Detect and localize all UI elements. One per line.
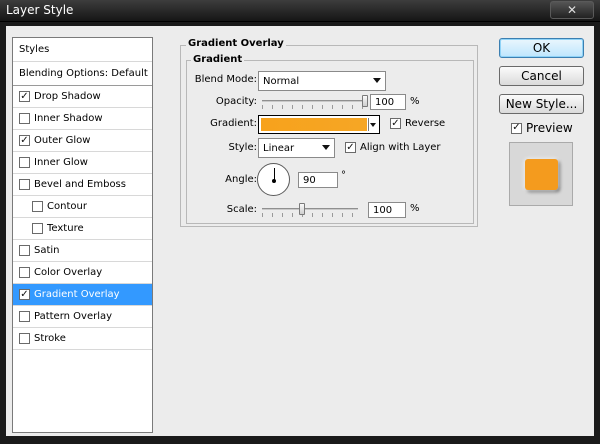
style-checkbox[interactable] (19, 333, 30, 344)
sidebar-item-label: Drop Shadow (34, 91, 101, 102)
gradient-picker[interactable] (258, 115, 380, 134)
preview-label: Preview (526, 121, 573, 135)
styles-header[interactable]: Styles (13, 38, 152, 62)
sidebar-item-label: Inner Shadow (34, 113, 103, 124)
opacity-label: Opacity: (215, 96, 257, 107)
sidebar-item-label: Color Overlay (34, 267, 103, 278)
opacity-slider-thumb[interactable] (362, 95, 368, 107)
style-checkbox[interactable] (19, 267, 30, 278)
scale-slider-track[interactable] (262, 208, 358, 210)
sidebar-item-label: Texture (47, 223, 84, 234)
ok-button[interactable]: OK (499, 38, 584, 58)
style-checkbox[interactable] (19, 289, 30, 300)
styles-header-label: Styles (19, 44, 50, 55)
sidebar-item-contour[interactable]: Contour (13, 196, 152, 218)
style-value: Linear (263, 142, 295, 154)
dialog-body: Styles Blending Options: Default Drop Sh… (6, 26, 594, 436)
dropdown-arrow-icon (322, 145, 330, 150)
sidebar-item-stroke[interactable]: Stroke (13, 328, 152, 350)
sidebar-item-label: Satin (34, 245, 60, 256)
style-checkbox[interactable] (32, 223, 43, 234)
cancel-label: Cancel (521, 69, 562, 83)
style-checkbox[interactable] (32, 201, 43, 212)
title-bar: Layer Style ✕ (0, 0, 600, 22)
sidebar-item-outer-glow[interactable]: Outer Glow (13, 130, 152, 152)
reverse-checkbox[interactable]: Reverse (390, 118, 445, 129)
blending-options[interactable]: Blending Options: Default (13, 62, 152, 86)
sidebar-item-label: Stroke (34, 333, 66, 344)
angle-dial[interactable] (257, 163, 290, 196)
scale-label: Scale: (226, 204, 257, 215)
preview-checkbox[interactable]: Preview (511, 121, 573, 135)
angle-unit: ° (341, 170, 346, 181)
style-label: Style: (228, 142, 258, 153)
sidebar-item-label: Pattern Overlay (34, 311, 113, 322)
opacity-value: 100 (375, 96, 395, 108)
scale-unit: % (410, 203, 420, 214)
style-checkbox[interactable] (19, 245, 30, 256)
reverse-checkbox-box[interactable] (390, 118, 401, 129)
close-button[interactable]: ✕ (550, 1, 594, 19)
angle-input[interactable]: 90 (298, 172, 338, 188)
sidebar-item-bevel-and-emboss[interactable]: Bevel and Emboss (13, 174, 152, 196)
style-checkbox[interactable] (19, 311, 30, 322)
scale-slider-ticks (262, 213, 358, 217)
styles-list: Styles Blending Options: Default Drop Sh… (12, 37, 153, 433)
close-icon: ✕ (566, 3, 578, 17)
blend-mode-select[interactable]: Normal (258, 71, 386, 91)
align-with-layer-checkbox-box[interactable] (345, 142, 356, 153)
sidebar-item-pattern-overlay[interactable]: Pattern Overlay (13, 306, 152, 328)
sidebar-item-label: Gradient Overlay (34, 289, 120, 300)
gradient-dropdown-icon[interactable] (368, 118, 377, 131)
style-checkbox[interactable] (19, 157, 30, 168)
opacity-slider-track[interactable] (262, 100, 365, 102)
gradient-subgroup-title: Gradient (191, 54, 245, 65)
style-checkbox[interactable] (19, 179, 30, 190)
blend-mode-label: Blend Mode: (194, 74, 257, 85)
angle-hub (272, 179, 276, 183)
opacity-unit: % (410, 96, 420, 107)
sidebar-item-inner-shadow[interactable]: Inner Shadow (13, 108, 152, 130)
reverse-label: Reverse (405, 118, 446, 129)
window-title: Layer Style (6, 3, 74, 17)
new-style-label: New Style... (505, 97, 578, 111)
sidebar-item-color-overlay[interactable]: Color Overlay (13, 262, 152, 284)
sidebar-item-gradient-overlay[interactable]: Gradient Overlay (13, 284, 152, 306)
preview-checkbox-box[interactable] (511, 122, 522, 134)
style-checkbox[interactable] (19, 113, 30, 124)
scale-input[interactable]: 100 (368, 202, 406, 218)
new-style-button[interactable]: New Style... (499, 94, 584, 114)
gradient-label: Gradient: (210, 118, 257, 129)
sidebar-item-label: Inner Glow (34, 157, 88, 168)
opacity-input[interactable]: 100 (370, 94, 406, 110)
sidebar-item-drop-shadow[interactable]: Drop Shadow (13, 86, 152, 108)
align-with-layer-checkbox[interactable]: Align with Layer (345, 142, 441, 153)
angle-value: 90 (303, 174, 316, 186)
preview-box (509, 142, 573, 206)
gradient-swatch[interactable] (261, 118, 367, 131)
blend-mode-value: Normal (263, 75, 300, 87)
opacity-slider-ticks (262, 105, 365, 109)
gradient-overlay-title: Gradient Overlay (186, 38, 286, 49)
angle-label: Angle: (225, 174, 257, 185)
sidebar-item-inner-glow[interactable]: Inner Glow (13, 152, 152, 174)
layer-style-dialog: Layer Style ✕ Styles Blending Options: D… (0, 0, 600, 444)
preview-swatch (525, 159, 558, 190)
ok-label: OK (532, 41, 551, 55)
style-checkbox[interactable] (19, 91, 30, 102)
sidebar-item-texture[interactable]: Texture (13, 218, 152, 240)
sidebar-item-satin[interactable]: Satin (13, 240, 152, 262)
sidebar-item-label: Bevel and Emboss (34, 179, 126, 190)
sidebar-item-label: Contour (47, 201, 87, 212)
dropdown-arrow-icon (373, 78, 381, 83)
blending-options-label: Blending Options: Default (19, 68, 148, 79)
style-select[interactable]: Linear (258, 138, 335, 158)
scale-slider-thumb[interactable] (299, 203, 306, 215)
sidebar-item-label: Outer Glow (34, 135, 91, 146)
style-checkbox[interactable] (19, 135, 30, 146)
cancel-button[interactable]: Cancel (499, 66, 584, 86)
scale-value: 100 (373, 204, 393, 216)
align-with-layer-label: Align with Layer (360, 142, 441, 153)
